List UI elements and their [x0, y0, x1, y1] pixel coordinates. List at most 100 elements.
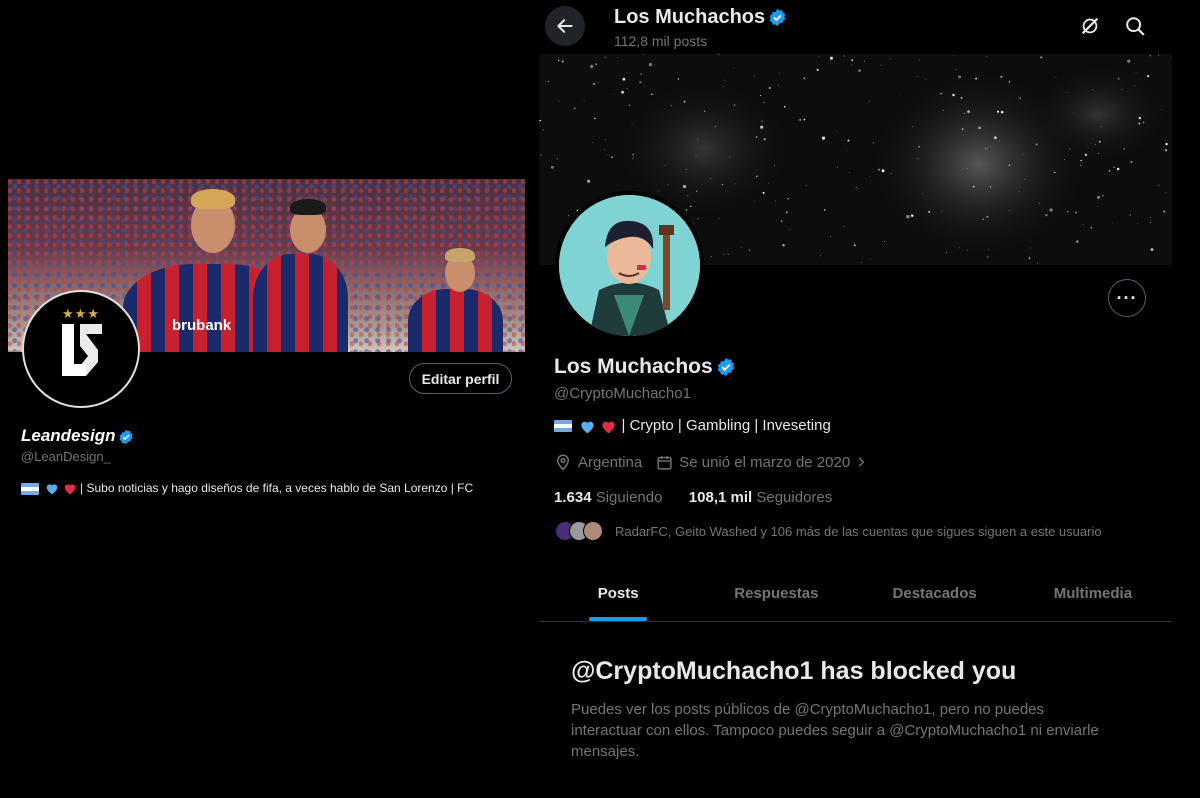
star — [753, 75, 755, 77]
star — [1008, 164, 1011, 167]
star — [880, 64, 882, 66]
star — [955, 69, 957, 70]
star — [592, 141, 593, 143]
star — [851, 59, 854, 62]
star — [550, 165, 554, 169]
banner-player-1-hair — [191, 189, 235, 209]
more-options-button[interactable]: ··· — [1108, 279, 1146, 317]
star — [1049, 208, 1053, 212]
left-profile-bio: | Subo noticias y hago diseños de fifa, … — [21, 481, 473, 495]
star — [755, 136, 758, 138]
star — [829, 56, 833, 60]
verified-badge-icon — [717, 358, 734, 377]
star — [1064, 159, 1065, 161]
star — [1104, 173, 1106, 175]
following-link[interactable]: 1.634 Siguiendo — [554, 489, 662, 506]
left-profile-avatar[interactable]: ★★★ — [22, 290, 140, 408]
star — [851, 64, 853, 66]
star — [943, 110, 944, 111]
star — [799, 119, 801, 121]
star — [978, 126, 981, 130]
star — [1028, 257, 1031, 259]
cartoon-avatar-image — [559, 195, 700, 336]
star — [1092, 89, 1093, 90]
star — [986, 177, 988, 179]
star — [632, 158, 634, 160]
star — [819, 255, 821, 257]
tab-posts[interactable]: Posts — [539, 565, 697, 621]
blocked-description: Puedes ver los posts públicos de @Crypto… — [571, 701, 1099, 760]
left-profile-name: Leandesign — [21, 426, 134, 446]
search-icon[interactable] — [1124, 15, 1146, 37]
star — [1149, 221, 1152, 224]
star — [1037, 262, 1038, 264]
star — [818, 56, 820, 58]
star — [917, 158, 919, 159]
star — [1072, 112, 1074, 114]
star — [966, 168, 968, 170]
star — [898, 92, 900, 94]
star — [960, 96, 963, 99]
star — [723, 254, 725, 255]
star — [727, 253, 729, 255]
star — [658, 190, 660, 192]
star — [957, 75, 962, 79]
star — [654, 64, 656, 66]
tab-respuestas[interactable]: Respuestas — [697, 565, 855, 621]
star — [881, 169, 885, 173]
star — [1165, 192, 1167, 194]
star — [868, 100, 870, 102]
edit-profile-button[interactable]: Editar perfil — [409, 363, 512, 394]
star — [777, 84, 779, 86]
star — [724, 79, 725, 81]
star — [622, 77, 626, 81]
star — [994, 136, 997, 140]
star — [910, 214, 914, 217]
star — [830, 236, 831, 238]
star — [556, 158, 558, 160]
star — [734, 183, 736, 185]
star — [574, 107, 576, 109]
star — [952, 55, 954, 56]
star — [952, 93, 955, 97]
star — [1008, 210, 1010, 212]
argentina-flag-icon — [554, 420, 572, 433]
star — [990, 145, 991, 147]
star — [611, 156, 613, 159]
star — [1030, 247, 1032, 249]
location-pin-icon — [556, 454, 570, 471]
right-profile-avatar[interactable] — [555, 191, 704, 340]
star — [667, 184, 669, 186]
joined-item[interactable]: Se unió el marzo de 2020 — [656, 454, 868, 471]
grok-icon[interactable] — [1079, 15, 1101, 37]
star — [1042, 208, 1044, 210]
star — [1102, 195, 1104, 197]
star — [760, 125, 764, 129]
star — [583, 100, 585, 102]
star — [1149, 54, 1151, 57]
star — [996, 110, 1000, 113]
blue-heart-icon — [581, 421, 594, 433]
star — [998, 140, 1000, 142]
star — [1162, 210, 1166, 213]
star — [1008, 81, 1010, 83]
tab-destacados[interactable]: Destacados — [856, 565, 1014, 621]
back-button[interactable] — [545, 6, 585, 46]
star — [1000, 75, 1003, 79]
tab-multimedia[interactable]: Multimedia — [1014, 565, 1172, 621]
known-followers[interactable]: RadarFC, Geito Washed y 106 más de las c… — [555, 521, 1102, 541]
star — [847, 139, 850, 142]
followers-link[interactable]: 108,1 mil Seguidores — [689, 489, 832, 506]
star — [987, 256, 989, 258]
location-text: Argentina — [578, 453, 643, 471]
star — [640, 73, 642, 75]
argentina-flag-icon — [21, 482, 39, 495]
star — [591, 68, 592, 69]
star — [988, 249, 989, 250]
star — [671, 105, 673, 107]
banner-sponsor-text: brubank — [172, 317, 232, 334]
blocked-title: @CryptoMuchacho1 has blocked you — [571, 657, 1017, 685]
star — [1116, 167, 1120, 171]
star — [1108, 169, 1111, 172]
following-label: Siguiendo — [595, 489, 663, 506]
